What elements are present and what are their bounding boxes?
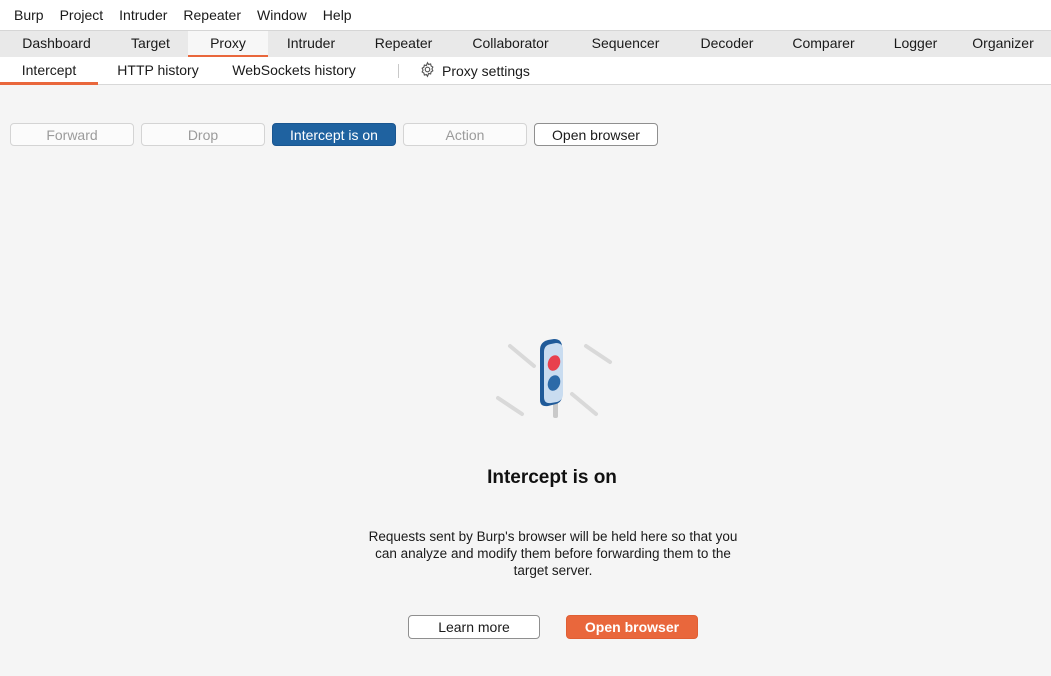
tab-target[interactable]: Target <box>113 31 188 57</box>
subtab-websockets-history[interactable]: WebSockets history <box>218 57 370 84</box>
tab-divider <box>398 63 399 78</box>
subtab-intercept[interactable]: Intercept <box>0 57 98 85</box>
menu-burp[interactable]: Burp <box>0 0 52 30</box>
subtab-http-history[interactable]: HTTP history <box>98 57 218 84</box>
intercept-toggle-button[interactable]: Intercept is on <box>272 123 396 146</box>
intercept-panel: Forward Drop Intercept is on Action Open… <box>6 86 1051 676</box>
menu-window[interactable]: Window <box>249 0 315 30</box>
forward-button[interactable]: Forward <box>10 123 134 146</box>
tab-decoder[interactable]: Decoder <box>683 31 771 57</box>
main-tab-bar: Dashboard Target Proxy Intruder Repeater… <box>0 30 1051 58</box>
menu-help[interactable]: Help <box>315 0 360 30</box>
proxy-settings-label: Proxy settings <box>442 62 530 79</box>
intercept-toolbar: Forward Drop Intercept is on Action Open… <box>10 123 665 146</box>
tab-intruder[interactable]: Intruder <box>268 31 354 57</box>
empty-state-description: Requests sent by Burp's browser will be … <box>368 529 738 578</box>
tab-collaborator[interactable]: Collaborator <box>453 31 568 57</box>
menu-intruder[interactable]: Intruder <box>111 0 175 30</box>
proxy-settings-button[interactable]: Proxy settings <box>419 57 530 84</box>
tab-logger[interactable]: Logger <box>876 31 955 57</box>
menu-project[interactable]: Project <box>52 0 112 30</box>
tab-proxy[interactable]: Proxy <box>188 31 268 58</box>
menu-bar: Burp Project Intruder Repeater Window He… <box>0 0 1051 30</box>
proxy-sub-tab-bar: Intercept HTTP history WebSockets histor… <box>0 57 1051 85</box>
tab-comparer[interactable]: Comparer <box>771 31 876 57</box>
open-browser-toolbar-button[interactable]: Open browser <box>534 123 658 146</box>
learn-more-button[interactable]: Learn more <box>408 615 540 639</box>
tab-dashboard[interactable]: Dashboard <box>0 31 113 57</box>
empty-state-title: Intercept is on <box>487 467 617 488</box>
tab-sequencer[interactable]: Sequencer <box>568 31 683 57</box>
open-browser-button[interactable]: Open browser <box>566 615 698 639</box>
tab-organizer[interactable]: Organizer <box>955 31 1051 57</box>
tab-repeater[interactable]: Repeater <box>354 31 453 57</box>
drop-button[interactable]: Drop <box>141 123 265 146</box>
action-button[interactable]: Action <box>403 123 527 146</box>
gear-icon <box>419 61 442 81</box>
menu-repeater[interactable]: Repeater <box>175 0 249 30</box>
traffic-light-icon <box>496 336 616 429</box>
